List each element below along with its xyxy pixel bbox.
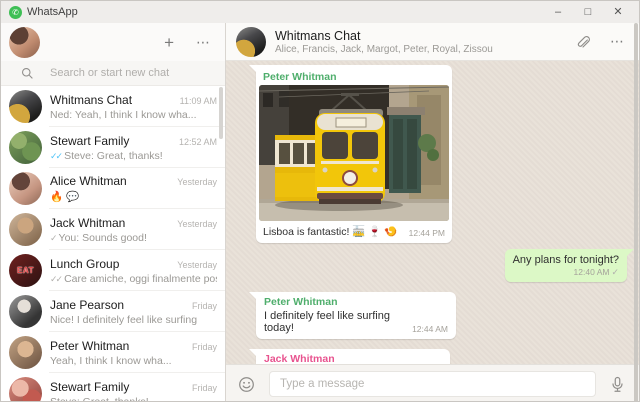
single-check-icon: ✓	[611, 267, 619, 277]
single-check-icon: ✓	[50, 232, 57, 243]
chat-preview: Ned: Yeah, I think I know wha...	[50, 108, 197, 121]
conversation-menu-icon[interactable]: ⋯	[610, 33, 625, 50]
chat-list-item-lunch-group[interactable]: EAT Lunch Group Yesterday ✓✓ Care amiche,…	[1, 250, 225, 291]
avatar-text: EAT	[17, 266, 34, 275]
chat-time: Yesterday	[177, 259, 217, 270]
chat-name: Alice Whitman	[50, 174, 127, 188]
chat-list-item-peter-whitman[interactable]: Peter Whitman Friday Yeah, I think I kno…	[1, 332, 225, 373]
tram-photo[interactable]	[259, 85, 449, 221]
chat-preview: Yeah, I think I know wha...	[50, 354, 172, 367]
message-text: I definitely feel like surfing today!	[264, 310, 390, 334]
chat-list: Whitmans Chat 11:09 AM Ned: Yeah, I thin…	[1, 86, 225, 402]
search-bar	[1, 61, 225, 86]
chat-preview: Nice! I definitely feel like surfing	[50, 313, 198, 326]
maximize-button[interactable]: □	[573, 2, 603, 22]
chat-avatar: EAT	[9, 254, 42, 287]
chat-preview: ✓✓ Care amiche, oggi finalmente posso	[50, 272, 217, 285]
titlebar: ✆ WhatsApp – □ ✕	[1, 1, 639, 23]
chat-time: Yesterday	[177, 218, 217, 229]
chat-avatar	[9, 336, 42, 369]
chat-name: Lunch Group	[50, 256, 120, 271]
message-area: Peter Whitman Lisboa is fantastic! 🚋 🍷 🍤…	[226, 61, 639, 364]
group-avatar	[236, 26, 266, 57]
chat-time: Friday	[191, 341, 217, 352]
chat-preview: ✓✓ Steve: Great, thanks!	[50, 149, 163, 162]
attach-icon[interactable]	[575, 34, 590, 49]
message-jack-movie: Jack Whitman Tonight is the movie night!…	[249, 349, 450, 364]
chat-list-item-whitmans-chat[interactable]: Whitmans Chat 11:09 AM Ned: Yeah, I thin…	[1, 86, 225, 127]
sidebar: + ⋯ Whitmans Chat 11:09 AM	[1, 23, 226, 402]
chat-list-item-alice-whitman[interactable]: Alice Whitman Yesterday 🔥 💬	[1, 168, 225, 209]
chat-avatar	[9, 90, 42, 123]
chat-avatar	[9, 377, 42, 401]
chat-name: Jack Whitman	[50, 215, 126, 230]
message-time: 12:40 AM ✓	[573, 267, 619, 277]
conversation-title: Whitmans Chat	[275, 28, 361, 43]
chat-avatar	[9, 131, 42, 164]
double-check-icon: ✓✓	[50, 150, 63, 161]
chat-list-item-stewart-family-2[interactable]: Stewart Family Friday Steve: Great, than…	[1, 373, 225, 402]
chat-time: 12:52 AM	[178, 136, 217, 147]
conversation-participants: Alice, Francis, Jack, Margot, Peter, Roy…	[275, 43, 493, 55]
sidebar-scrollbar[interactable]	[219, 87, 223, 139]
message-time: 12:44 PM	[408, 228, 445, 238]
chat-list-item-jane-pearson[interactable]: Jane Pearson Friday Nice! I definitely f…	[1, 291, 225, 332]
chat-list-item-stewart-family[interactable]: Stewart Family 12:52 AM ✓✓ Steve: Great, …	[1, 127, 225, 168]
message-sender: Peter Whitman	[264, 296, 338, 308]
whatsapp-logo-icon: ✆	[9, 5, 22, 19]
whatsapp-window: ✆ WhatsApp – □ ✕ + ⋯ Search or start new…	[0, 0, 640, 402]
message-sender: Jack Whitman	[264, 353, 335, 364]
chat-time: 11:09 AM	[179, 95, 217, 106]
message-time: 12:44 AM	[412, 324, 448, 334]
menu-icon[interactable]: ⋯	[196, 34, 211, 51]
message-input[interactable]	[269, 371, 596, 397]
chat-name: Stewart Family	[50, 379, 130, 394]
search-input[interactable]	[48, 66, 208, 80]
message-sender: Peter Whitman	[263, 71, 337, 83]
emoji-icon[interactable]	[238, 376, 255, 393]
minimize-button[interactable]: –	[543, 2, 573, 22]
chat-name: Jane Pearson	[50, 297, 125, 312]
message-outgoing: Any plans for tonight? 12:40 AM ✓	[504, 249, 635, 282]
close-button[interactable]: ✕	[603, 2, 633, 22]
chat-preview: 🔥 💬	[50, 191, 80, 203]
window-title: WhatsApp	[27, 6, 78, 18]
chat-name: Whitmans Chat	[50, 92, 133, 107]
message-text: Any plans for tonight?	[512, 254, 619, 266]
search-icon	[22, 67, 33, 79]
double-check-icon: ✓✓	[50, 273, 63, 284]
conversation-scrollbar[interactable]	[634, 23, 638, 401]
chat-time: Yesterday	[177, 177, 217, 187]
conversation-header[interactable]: Whitmans Chat Alice, Francis, Jack, Marg…	[226, 23, 639, 61]
chat-preview: ✓ You: Sounds good!	[50, 231, 147, 244]
chat-time: Friday	[191, 382, 217, 393]
chat-avatar	[9, 172, 42, 205]
photo-caption: Lisboa is fantastic! 🚋 🍷 🍤	[263, 226, 398, 238]
chat-time: Friday	[191, 300, 217, 311]
composer-bar	[226, 364, 639, 401]
profile-avatar[interactable]	[9, 26, 40, 58]
chat-name: Peter Whitman	[50, 338, 130, 353]
message-peter-surfing: Peter Whitman I definitely feel like sur…	[249, 292, 456, 339]
chat-avatar	[9, 295, 42, 328]
chat-list-item-jack-whitman[interactable]: Jack Whitman Yesterday ✓ You: Sounds good…	[1, 209, 225, 250]
chat-avatar	[9, 213, 42, 246]
new-chat-icon[interactable]: +	[164, 34, 174, 51]
chat-name: Stewart Family	[50, 133, 130, 148]
sidebar-header: + ⋯	[1, 23, 225, 61]
conversation-pane: Whitmans Chat Alice, Francis, Jack, Marg…	[226, 23, 639, 401]
chat-preview: Steve: Great, thanks!	[50, 395, 149, 402]
message-photo-peter: Peter Whitman Lisboa is fantastic! 🚋 🍷 🍤…	[249, 65, 452, 243]
mic-icon[interactable]	[610, 376, 625, 393]
